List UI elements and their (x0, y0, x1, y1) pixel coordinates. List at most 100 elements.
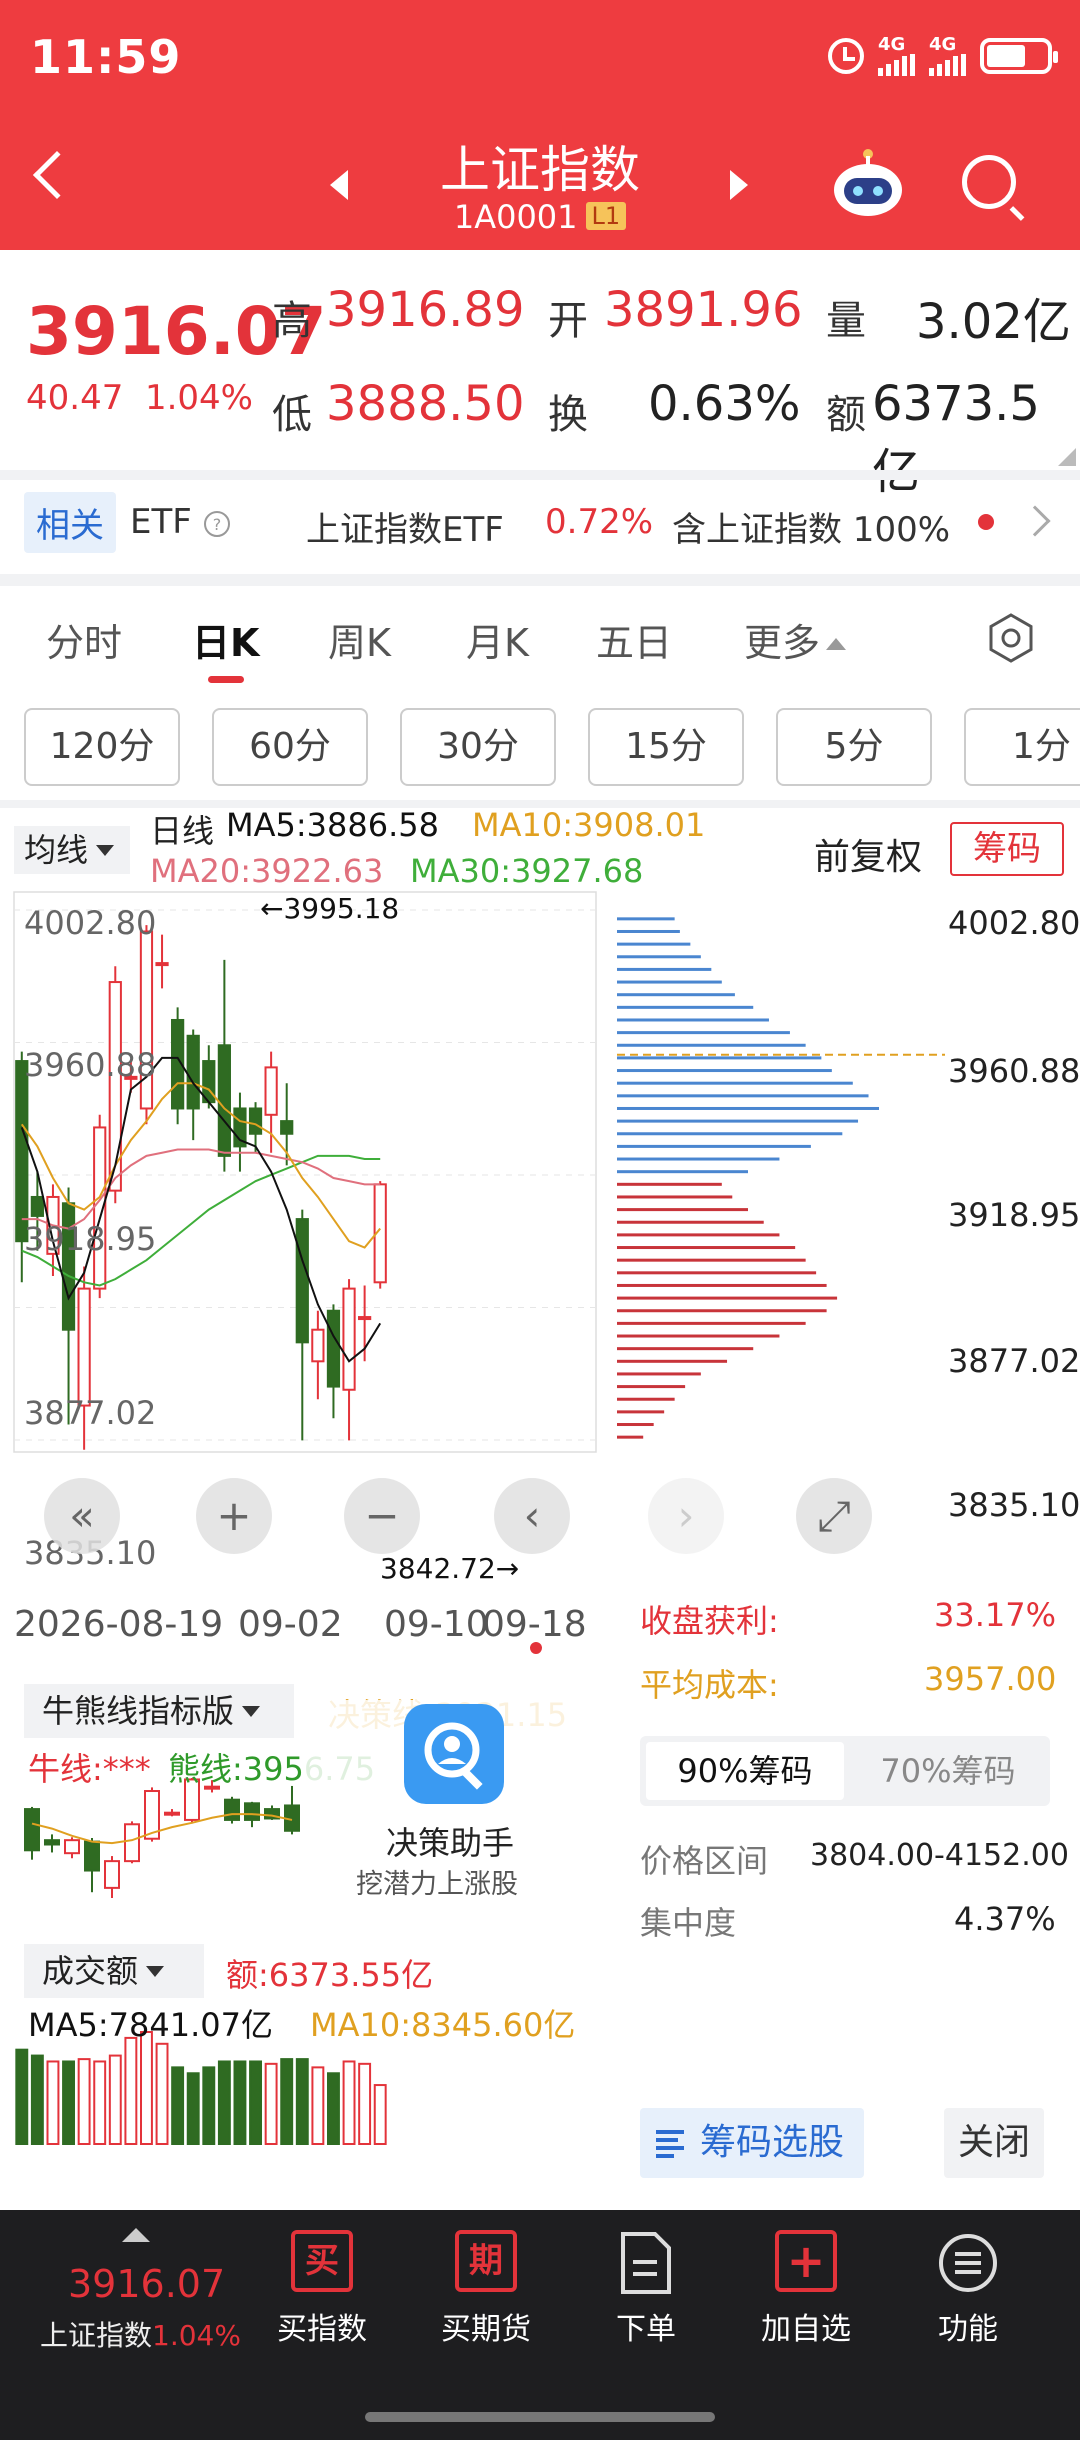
caret-down-icon (146, 1966, 165, 1977)
expand-up-icon[interactable] (122, 2228, 150, 2242)
settings-hex-icon[interactable] (985, 612, 1037, 664)
candle-body (358, 1316, 372, 1321)
bottom-percent: 1.04% (152, 2319, 241, 2352)
scroll-left-fast-button[interactable]: « (44, 1478, 120, 1554)
tab-monthly-k[interactable]: 月K (466, 612, 529, 667)
adjustment-toggle[interactable]: 前复权 (814, 828, 922, 880)
chip-bar (617, 993, 735, 997)
add-favorite-button[interactable]: + 加自选 (746, 2230, 866, 2348)
back-button[interactable] (32, 150, 82, 200)
date-label-2: 09-02 (238, 1604, 343, 1645)
volume-bar (358, 2062, 372, 2145)
indicator-selector[interactable]: 牛熊线指标版 (24, 1684, 294, 1738)
zoom-out-button[interactable]: − (344, 1478, 420, 1554)
tab-70-chips[interactable]: 70%筹码 (850, 1742, 1046, 1800)
volume-bar (280, 2058, 294, 2145)
period-30min[interactable]: 30分 (400, 708, 556, 786)
indicator-candle (224, 1798, 240, 1821)
price-range-value: 3804.00-4152.00 (810, 1838, 1069, 1873)
chip-bar (617, 1435, 644, 1439)
close-button[interactable]: 关闭 (944, 2108, 1044, 2178)
tab-more-label: 更多 (744, 621, 821, 665)
tab-weekly-k[interactable]: 周K (328, 612, 391, 667)
expand-corner-icon[interactable] (1058, 448, 1076, 466)
candle-body (217, 1044, 231, 1157)
period-120min[interactable]: 120分 (24, 708, 180, 786)
chip-bar (617, 1157, 780, 1161)
period-1min[interactable]: 1分 (964, 708, 1080, 786)
volume-bar (30, 2054, 44, 2145)
functions-button[interactable]: 功能 (908, 2230, 1028, 2348)
volume-selector[interactable]: 成交额 (24, 1944, 204, 1998)
chip-bar (617, 1397, 675, 1401)
next-stock-button[interactable] (730, 170, 748, 200)
robot-assistant-icon[interactable] (828, 148, 908, 218)
home-indicator[interactable] (365, 2412, 715, 2422)
chip-bar (617, 1347, 754, 1351)
k-y-label-2: 3960.88 (24, 1046, 157, 1084)
search-icon[interactable] (962, 155, 1016, 209)
chip-button[interactable]: 筹码 (950, 822, 1064, 876)
indicator-name: 牛熊线指标版 (42, 1692, 235, 1730)
volume-bar (93, 2060, 107, 2145)
tab-more[interactable]: 更多 (744, 612, 847, 667)
chip-bar (617, 1094, 869, 1098)
assistant-title: 决策助手 (386, 1824, 515, 1862)
buy-futures-button[interactable]: 期买期货 (426, 2230, 546, 2348)
buy-index-label: 买指数 (277, 2312, 367, 2347)
order-button[interactable]: 下单 (586, 2230, 706, 2348)
scroll-left-button[interactable]: ‹ (494, 1478, 570, 1554)
bottom-name-text: 上证指数 (40, 2319, 153, 2352)
chip-bar (617, 1233, 780, 1237)
volume-value: 3.02亿 (916, 294, 1071, 350)
volume-bar (217, 2060, 231, 2145)
stock-code-row: 1A0001 L1 (390, 198, 690, 236)
battery-icon (980, 38, 1058, 74)
buy-index-button[interactable]: 买买指数 (262, 2230, 382, 2348)
tab-intraday[interactable]: 分时 (46, 612, 122, 667)
period-5min[interactable]: 5分 (776, 708, 932, 786)
chip-bar (617, 1195, 733, 1199)
alarm-icon (828, 38, 864, 74)
chip-bar (617, 1005, 754, 1009)
chip-y-label-3: 3918.95 (948, 1196, 1080, 1234)
period-60min[interactable]: 60分 (212, 708, 368, 786)
price-range-label: 价格区间 (640, 1842, 769, 1880)
volume-name: 成交额 (42, 1952, 139, 1990)
volume-bar (295, 2058, 309, 2145)
chip-bar (617, 1258, 806, 1262)
current-date-marker (530, 1642, 542, 1654)
chip-bar (617, 1410, 665, 1414)
buy-icon: 买 (291, 2230, 353, 2292)
k-y-label-4: 3877.02 (24, 1394, 157, 1432)
candle-body (311, 1328, 325, 1363)
volume-bar (311, 2066, 325, 2145)
chip-bar (617, 1208, 748, 1212)
tab-90-chips[interactable]: 90%筹码 (646, 1742, 844, 1800)
tab-five-day[interactable]: 五日 (596, 612, 672, 667)
help-icon[interactable]: ? (203, 510, 231, 538)
high-value: 3916.89 (326, 282, 525, 338)
chip-bar (617, 1334, 780, 1338)
volume-ma10: MA10:8345.60亿 (310, 2006, 576, 2044)
chip-bar (617, 1283, 827, 1287)
ma-selector[interactable]: 均线 (14, 826, 130, 874)
change-percent: 1.04% (144, 378, 253, 418)
candle-body (248, 1107, 263, 1135)
volume-bar (140, 2031, 153, 2145)
chip-bar (617, 1296, 838, 1300)
low-value: 3888.50 (326, 376, 525, 432)
active-tab-indicator (208, 676, 244, 683)
chip-bar (617, 1182, 722, 1186)
tab-daily-k[interactable]: 日K (192, 612, 259, 667)
amount-label: 额 (826, 392, 866, 438)
chip-bar (617, 1144, 811, 1148)
zoom-in-button[interactable]: + (196, 1478, 272, 1554)
high-label: 高 (272, 298, 312, 344)
prev-stock-button[interactable] (330, 170, 348, 200)
ma5-value: MA5:3886.58 (226, 806, 439, 844)
period-15min[interactable]: 15分 (588, 708, 744, 786)
volume-label: 量 (826, 298, 866, 344)
bottom-price: 3916.07 (68, 2262, 226, 2306)
buy-futures-label: 买期货 (441, 2312, 531, 2347)
